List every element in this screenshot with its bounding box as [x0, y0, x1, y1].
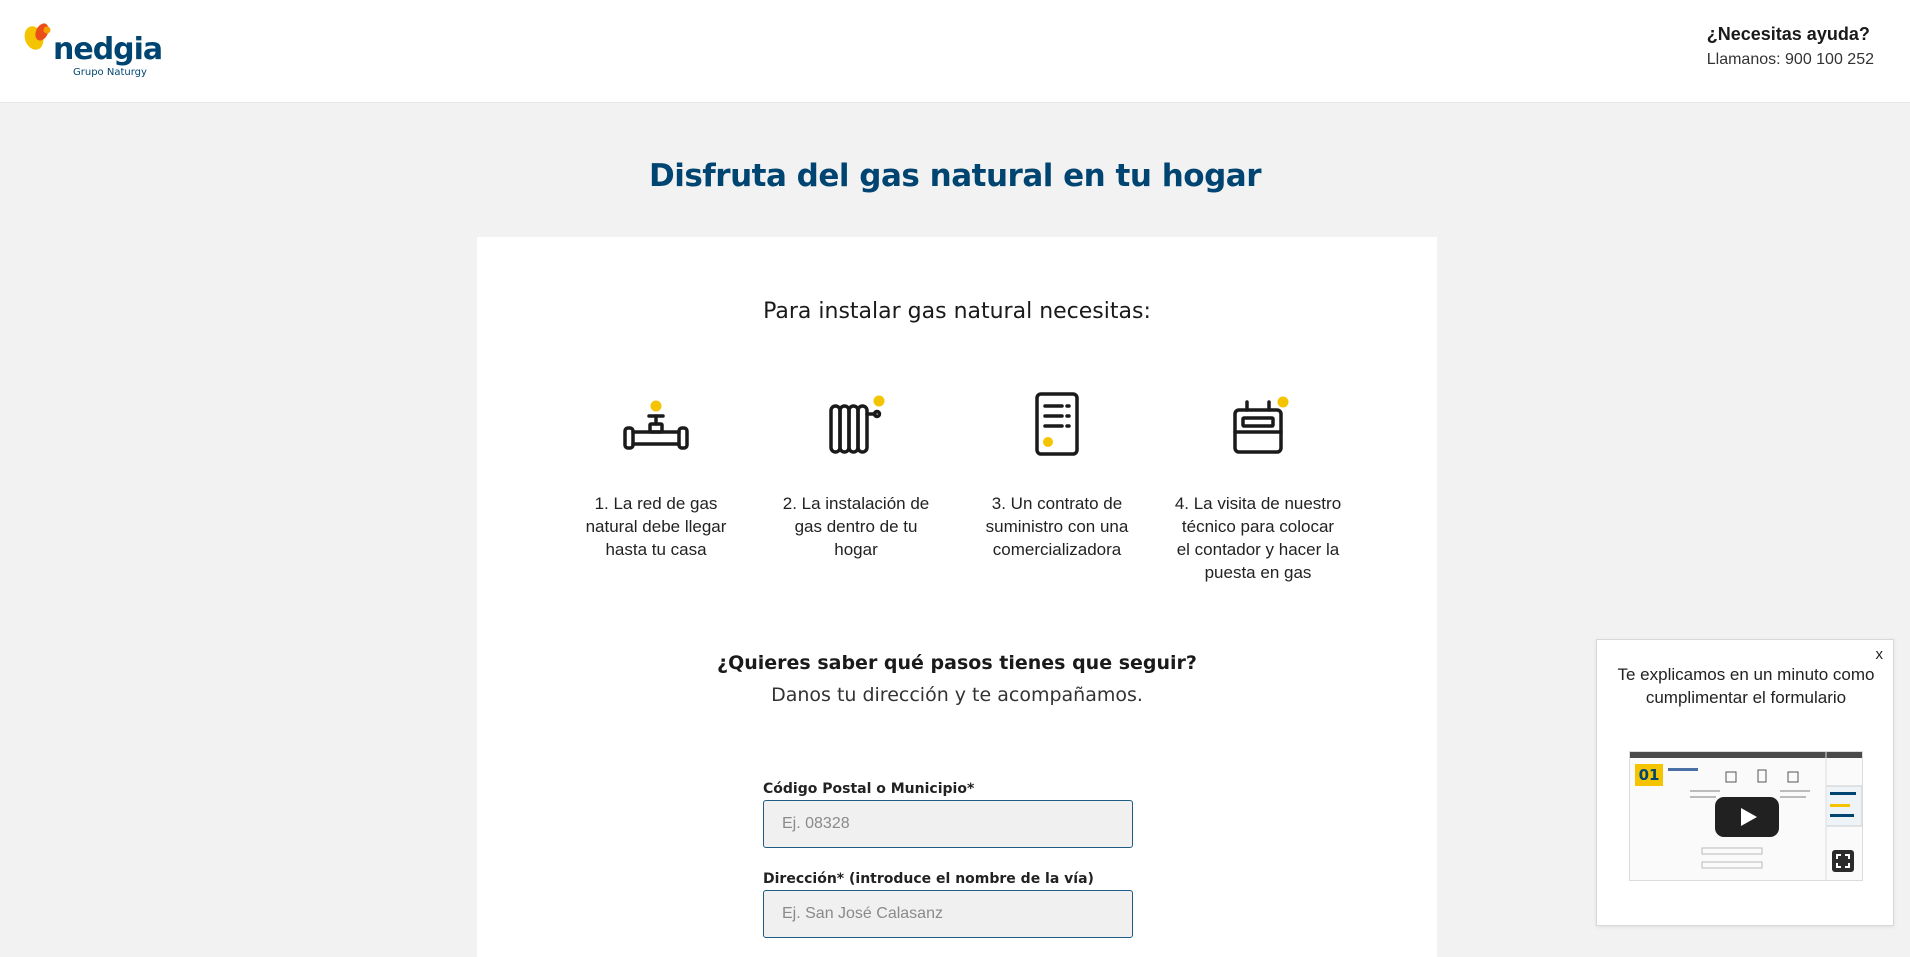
- gas-meter-icon: [1233, 396, 1289, 454]
- radiator-icon: [829, 395, 885, 454]
- help-phone[interactable]: Llamanos: 900 100 252: [1707, 51, 1874, 69]
- fullscreen-icon[interactable]: [1832, 850, 1854, 872]
- step-label: 2. La instalación de gas dentro de tu ho…: [782, 494, 930, 559]
- close-icon[interactable]: x: [1876, 646, 1884, 663]
- page-title: Disfruta del gas natural en tu hogar: [648, 158, 1262, 194]
- step-label: 1. La red de gas natural debe llegar has…: [585, 494, 727, 559]
- logo-subtext: Grupo Naturgy: [73, 67, 147, 78]
- step-label: 3. Un contrato de suministro con una com…: [985, 494, 1129, 559]
- card-title: Para instalar gas natural necesitas:: [763, 299, 1151, 324]
- postal-code-label: Código Postal o Municipio*: [763, 781, 975, 797]
- nedgia-logo[interactable]: nedgia Grupo Naturgy: [22, 22, 163, 82]
- help-title: ¿Necesitas ayuda?: [1706, 24, 1870, 44]
- header: nedgia Grupo Naturgy ¿Necesitas ayuda? L…: [0, 0, 1910, 103]
- video-thumbnail[interactable]: 01: [1629, 751, 1863, 881]
- gas-pipe-icon: [623, 400, 689, 450]
- postal-code-input[interactable]: [763, 800, 1133, 848]
- logo-wordmark: nedgia: [53, 32, 163, 67]
- steps-list: 1. La red de gas natural debe llegar has…: [571, 392, 1351, 632]
- popup-text: Te explicamos en un minuto como cumplime…: [1617, 665, 1875, 707]
- contract-document-icon: [1035, 392, 1079, 456]
- step-item: 1. La red de gas natural debe llegar has…: [571, 392, 741, 561]
- step-label: 4. La visita de nuestro técnico para col…: [1174, 494, 1342, 582]
- step-item: 4. La visita de nuestro técnico para col…: [1173, 392, 1343, 584]
- question-title: ¿Quieres saber qué pasos tienes que segu…: [717, 652, 1197, 674]
- address-label: Dirección* (introduce el nombre de la ví…: [763, 871, 1094, 887]
- play-button[interactable]: [1715, 797, 1779, 837]
- main-card: Para instalar gas natural necesitas: 1. …: [477, 237, 1437, 957]
- step-item: 3. Un contrato de suministro con una com…: [972, 392, 1142, 561]
- address-input[interactable]: [763, 890, 1133, 938]
- question-subtitle: Danos tu dirección y te acompañamos.: [771, 684, 1143, 706]
- help-block: ¿Necesitas ayuda? Llamanos: 900 100 252: [1707, 24, 1874, 69]
- video-help-popup: x Te explicamos en un minuto como cumpli…: [1596, 639, 1894, 926]
- step-item: 2. La instalación de gas dentro de tu ho…: [771, 392, 941, 561]
